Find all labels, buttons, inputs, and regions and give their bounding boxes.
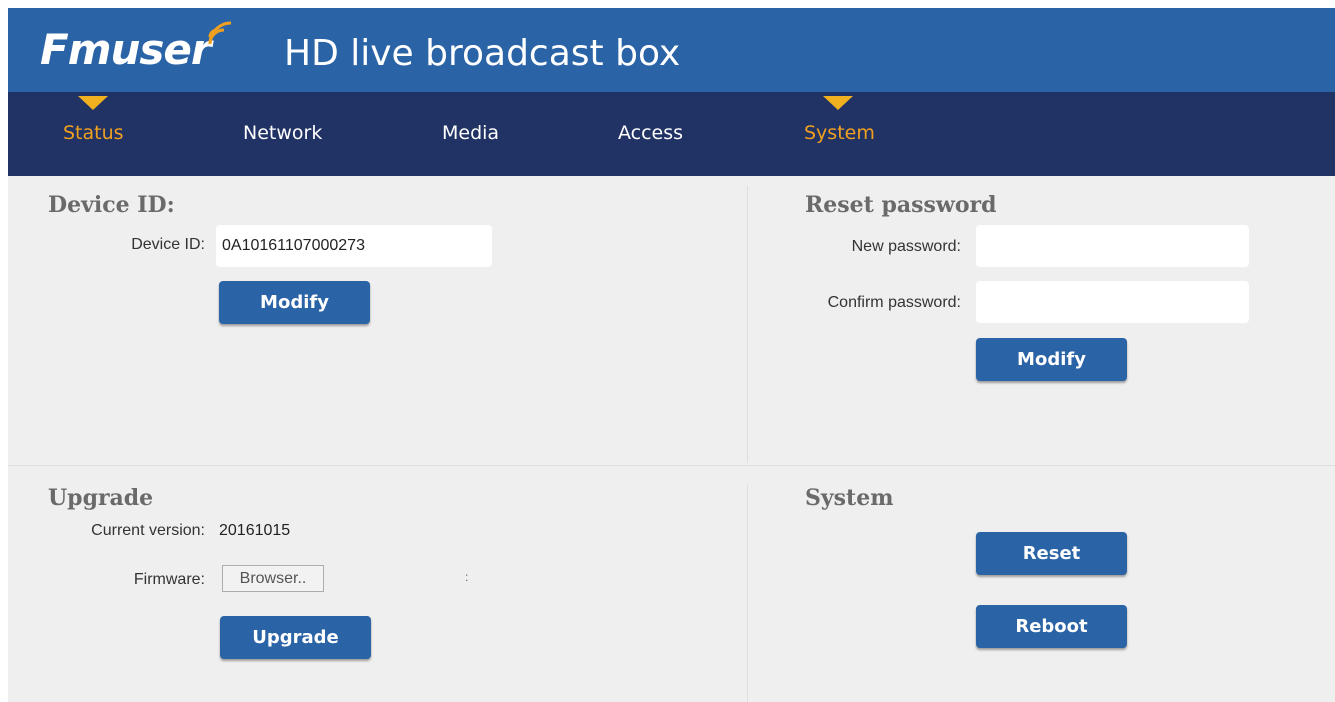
password-modify-button[interactable]: Modify — [976, 338, 1127, 381]
page: Fmuser HD live broadcast box Status Netw… — [8, 8, 1335, 702]
reboot-button[interactable]: Reboot — [976, 605, 1127, 648]
confirm-password-label: Confirm password: — [827, 294, 961, 311]
app-title: HD live broadcast box — [284, 33, 681, 74]
current-version-label: Current version: — [91, 522, 205, 539]
reset-password-title: Reset password — [805, 192, 997, 218]
new-password-input[interactable] — [976, 225, 1249, 267]
firmware-label: Firmware: — [133, 571, 205, 588]
upgrade-button[interactable]: Upgrade — [220, 616, 371, 659]
nav-caret-status — [78, 96, 108, 110]
device-id-input[interactable] — [216, 225, 492, 267]
vertical-divider-bottom — [747, 485, 748, 702]
confirm-password-input[interactable] — [976, 281, 1249, 323]
header-bar: Fmuser HD live broadcast box — [8, 8, 1335, 92]
main-nav: Status Network Media Access System — [8, 92, 1335, 176]
system-title: System — [805, 485, 894, 511]
vertical-divider-top — [747, 186, 748, 463]
nav-item-media[interactable]: Media — [442, 122, 499, 144]
device-id-label: Device ID: — [131, 236, 205, 253]
current-version-value: 20161015 — [219, 522, 291, 539]
device-modify-button[interactable]: Modify — [219, 281, 370, 324]
logo-text: Fmuser — [40, 25, 212, 74]
upgrade-title: Upgrade — [48, 485, 154, 511]
nav-item-access[interactable]: Access — [618, 122, 683, 144]
horizontal-divider — [8, 465, 1335, 466]
nav-item-system[interactable]: System — [804, 122, 875, 144]
file-status-text: : — [465, 570, 469, 584]
nav-item-status[interactable]: Status — [63, 122, 124, 144]
nav-caret-system — [823, 96, 853, 110]
new-password-label: New password: — [851, 238, 961, 255]
firmware-browse-button[interactable]: Browser.. — [222, 565, 324, 592]
device-id-title: Device ID: — [48, 192, 175, 218]
signal-waves-icon — [208, 21, 232, 45]
reset-button[interactable]: Reset — [976, 532, 1127, 575]
nav-item-network[interactable]: Network — [243, 122, 322, 144]
